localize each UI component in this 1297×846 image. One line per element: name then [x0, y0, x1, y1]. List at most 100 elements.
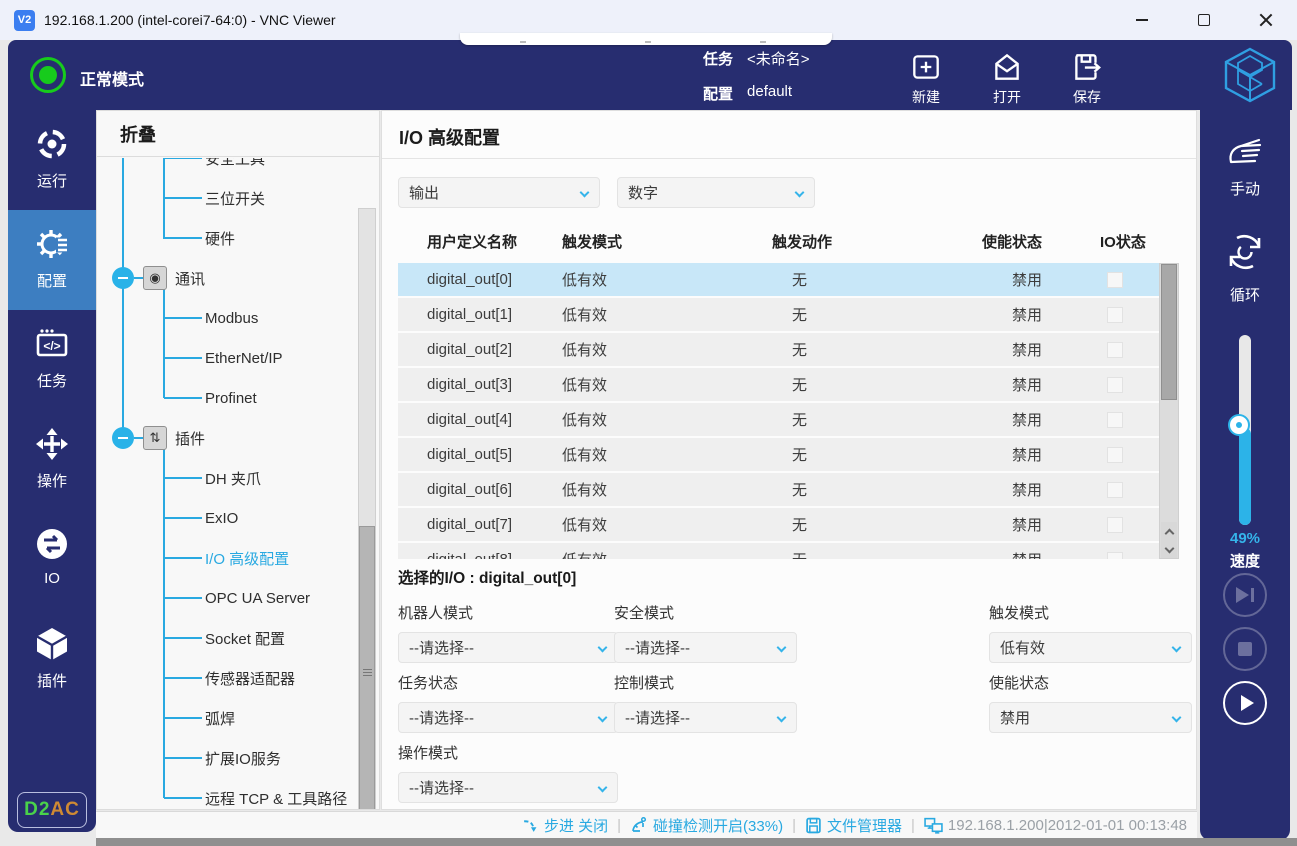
new-button[interactable]: 新建 — [897, 50, 955, 107]
cell-name: digital_out[4] — [427, 411, 562, 428]
form-field-select[interactable]: --请选择-- — [398, 702, 618, 733]
tree-item[interactable]: 远程 TCP & 工具路径 — [97, 778, 379, 809]
table-scroll-down-button[interactable] — [1161, 540, 1177, 558]
collapse-minus-icon[interactable] — [112, 427, 134, 449]
nav-item-io[interactable]: IO — [8, 510, 96, 610]
io-state-checkbox[interactable] — [1107, 447, 1123, 463]
form-field-label: 机器人模式 — [398, 602, 614, 623]
collapse-minus-icon[interactable] — [112, 267, 134, 289]
table-row[interactable]: digital_out[0] 低有效 无 禁用 — [398, 263, 1159, 298]
cell-trigger-mode: 低有效 — [562, 549, 772, 559]
chevron-up-icon — [1164, 528, 1174, 538]
mode-status-indicator[interactable] — [30, 57, 66, 93]
tree-item[interactable]: Profinet — [97, 378, 379, 418]
form-field-select[interactable]: --请选择-- — [614, 702, 797, 733]
io-state-checkbox[interactable] — [1107, 342, 1123, 358]
nav-item-jog[interactable]: 操作 — [8, 410, 96, 510]
nav-item-plugin[interactable]: 插件 — [8, 610, 96, 710]
table-scroll-up-button[interactable] — [1161, 522, 1177, 540]
open-button[interactable]: 打开 — [978, 50, 1036, 107]
form-field: 使能状态 禁用 — [989, 666, 1189, 736]
tree-item-label: 扩展IO服务 — [205, 748, 281, 769]
io-type-select[interactable]: 数字 — [617, 177, 815, 208]
tree-item[interactable]: 安全工具 — [97, 158, 379, 178]
tree-item[interactable]: 弧焊 — [97, 698, 379, 738]
tree-item[interactable]: 硬件 — [97, 218, 379, 258]
io-state-checkbox[interactable] — [1107, 552, 1123, 560]
close-icon — [1259, 13, 1273, 27]
tree-item[interactable]: Socket 配置 — [97, 618, 379, 658]
table-scrollbar-thumb[interactable] — [1161, 264, 1177, 400]
play-button[interactable] — [1223, 681, 1267, 725]
version-badge[interactable]: D2AC — [17, 792, 87, 828]
tree-item[interactable]: 通讯 — [97, 258, 379, 298]
tree-collapse-header[interactable]: 折叠 — [97, 111, 379, 157]
collision-icon — [630, 816, 648, 834]
form-field-value: --请选择-- — [625, 707, 690, 728]
io-state-checkbox[interactable] — [1107, 272, 1123, 288]
save-button-label: 保存 — [1058, 87, 1116, 107]
tree-item[interactable]: ExIO — [97, 498, 379, 538]
speed-slider[interactable] — [1239, 335, 1251, 525]
cycle-mode-button[interactable]: 循环 — [1200, 230, 1290, 305]
tree-item[interactable]: DH 夹爪 — [97, 458, 379, 498]
form-field-select[interactable]: --请选择-- — [398, 772, 618, 803]
close-button[interactable] — [1235, 0, 1297, 40]
form-field-select[interactable]: 低有效 — [989, 632, 1192, 663]
tree-item[interactable]: Modbus — [97, 298, 379, 338]
manual-mode-button[interactable]: 手动 — [1200, 132, 1290, 199]
step-mode-text: 步进 关闭 — [544, 815, 608, 836]
table-row[interactable]: digital_out[5] 低有效 无 禁用 — [398, 438, 1159, 473]
table-row[interactable]: digital_out[1] 低有效 无 禁用 — [398, 298, 1159, 333]
network-icon — [924, 817, 943, 834]
stop-button[interactable] — [1223, 627, 1267, 671]
minimize-button[interactable] — [1111, 0, 1173, 40]
table-row[interactable]: digital_out[6] 低有效 无 禁用 — [398, 473, 1159, 508]
form-field-label: 控制模式 — [614, 672, 989, 693]
file-manager-button[interactable]: 文件管理器 — [805, 815, 902, 836]
table-row[interactable]: digital_out[4] 低有效 无 禁用 — [398, 403, 1159, 438]
io-state-checkbox[interactable] — [1107, 517, 1123, 533]
form-field-select[interactable]: 禁用 — [989, 702, 1192, 733]
io-state-checkbox[interactable] — [1107, 307, 1123, 323]
tree-item[interactable]: 三位开关 — [97, 178, 379, 218]
table-scrollbar[interactable] — [1159, 263, 1179, 559]
io-state-checkbox[interactable] — [1107, 482, 1123, 498]
cell-trigger-action: 无 — [772, 549, 982, 559]
tree-item[interactable]: 传感器适配器 — [97, 658, 379, 698]
io-direction-select[interactable]: 输出 — [398, 177, 600, 208]
tree-scrollbar[interactable] — [358, 208, 376, 809]
tree-item[interactable]: 插件 — [97, 418, 379, 458]
nav-item-label: IO — [8, 570, 96, 587]
step-forward-button[interactable] — [1223, 573, 1267, 617]
io-state-checkbox[interactable] — [1107, 412, 1123, 428]
form-field-value: --请选择-- — [409, 777, 474, 798]
tree-item[interactable]: EtherNet/IP — [97, 338, 379, 378]
table-row[interactable]: digital_out[2] 低有效 无 禁用 — [398, 333, 1159, 368]
chevron-down-icon — [777, 643, 787, 653]
chevron-down-icon — [795, 188, 805, 198]
tree-item[interactable]: I/O 高级配置 — [97, 538, 379, 578]
page-title: I/O 高级配置 — [399, 124, 500, 150]
io-state-checkbox[interactable] — [1107, 377, 1123, 393]
table-row[interactable]: digital_out[8] 低有效 无 禁用 — [398, 543, 1159, 559]
save-icon — [1070, 50, 1104, 84]
table-row[interactable]: digital_out[7] 低有效 无 禁用 — [398, 508, 1159, 543]
vnc-toolbar-peek[interactable] — [460, 33, 832, 45]
nav-item-task[interactable]: </> 任务 — [8, 310, 96, 410]
save-button[interactable]: 保存 — [1058, 50, 1116, 107]
tree-item[interactable]: 扩展IO服务 — [97, 738, 379, 778]
maximize-button[interactable] — [1173, 0, 1235, 40]
nav-item-config[interactable]: 配置 — [8, 210, 96, 310]
table-row[interactable]: digital_out[3] 低有效 无 禁用 — [398, 368, 1159, 403]
form-field-select[interactable]: --请选择-- — [398, 632, 618, 663]
nav-item-run[interactable]: 运行 — [8, 110, 96, 210]
tree-scrollbar-thumb[interactable] — [359, 526, 375, 809]
form-field-select[interactable]: --请选择-- — [614, 632, 797, 663]
tree-item[interactable]: OPC UA Server — [97, 578, 379, 618]
cell-enable-state: 禁用 — [982, 479, 1100, 500]
collision-detection-status[interactable]: 碰撞检测开启(33%) — [630, 815, 783, 836]
cell-trigger-action: 无 — [772, 269, 982, 290]
speed-slider-knob[interactable] — [1230, 416, 1248, 434]
step-mode-status[interactable]: 步进 关闭 — [522, 815, 608, 836]
